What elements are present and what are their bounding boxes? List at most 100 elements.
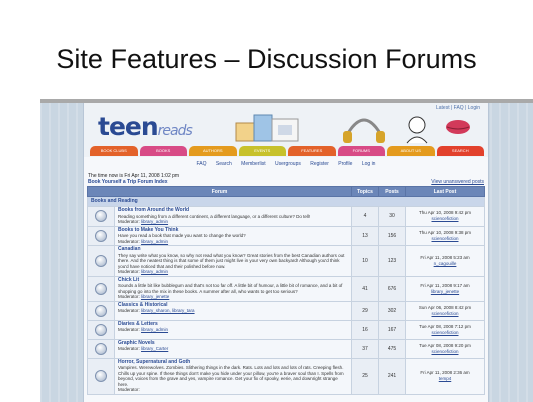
forum-moderator: Moderator:: [118, 387, 140, 392]
table-row: Horror, Supernatural and Goth Vampires. …: [87, 357, 485, 395]
top-links[interactable]: Latest | FAQ | Login: [436, 105, 480, 111]
forum-folder-icon: [95, 304, 107, 317]
lips-icon: [446, 120, 470, 134]
nav-tab-about-us[interactable]: ABOUT US: [387, 146, 435, 156]
posts-count: 241: [378, 357, 406, 395]
col-topics: Topics: [351, 186, 379, 197]
forum-folder-icon: [95, 342, 107, 355]
last-post-user[interactable]: sciencefiction: [431, 349, 458, 354]
forum-meta: The time now is Fri Apr 11, 2008 1:02 pm…: [88, 173, 179, 185]
forum-folder-icon: [95, 323, 107, 336]
topics-count: 4: [351, 206, 379, 227]
last-post-user[interactable]: temp4: [439, 376, 452, 381]
last-post: Fri Apr 11, 2008 9:17 am library_jenette: [405, 275, 485, 302]
logo-suffix: reads: [157, 123, 193, 139]
table-row: Graphic Novels Moderator: library_Carter…: [87, 338, 485, 359]
toolbar-profile[interactable]: Profile: [338, 161, 352, 167]
last-post-user[interactable]: sciencefiction: [431, 330, 458, 335]
topics-count: 25: [351, 357, 379, 395]
forum-index-link[interactable]: Book Yourself a Trip Forum Index: [88, 179, 168, 185]
nav-tab-features[interactable]: FEATURES: [288, 146, 336, 156]
main-nav: BOOK CLUBS BOOKS AUTHORS EVENTS FEATURES…: [90, 146, 484, 156]
forum-moderator: Moderator: library_Carter: [118, 346, 169, 351]
forum-folder-icon: [95, 229, 107, 242]
moderator-link[interactable]: library_admin: [141, 327, 168, 332]
headphones-icon: [343, 118, 385, 143]
toolbar-faq[interactable]: FAQ: [197, 161, 207, 167]
forum-moderator: Moderator: library_admin: [118, 238, 169, 244]
moderator-link[interactable]: library_admin: [141, 239, 168, 244]
posts-count: 30: [378, 206, 406, 227]
moderator-label: Moderator: [118, 387, 139, 392]
posts-count: 156: [378, 225, 406, 246]
last-post: Sun Apr 06, 2008 8:42 pm sciencefiction: [405, 300, 485, 321]
nav-tab-events[interactable]: EVENTS: [238, 146, 286, 156]
forum-description: They say write what you know, so why not…: [118, 252, 345, 269]
last-post-user[interactable]: n_cagouille: [434, 261, 457, 266]
toolbar-usergroups[interactable]: Usergroups: [275, 161, 301, 167]
character-icon: [406, 116, 428, 144]
forum-description: Vampires. Werewolves. Zombies. Slitherin…: [118, 365, 344, 387]
table-row: Diaries & Letters Moderator: library_adm…: [87, 319, 485, 340]
forum-moderator: Moderator: library_sharon, library_tara: [118, 308, 195, 313]
forum-description: Sounds a little bit like bubblegum and t…: [118, 283, 343, 294]
category-title[interactable]: Books and Reading: [87, 196, 485, 207]
moderator-label: Moderator: [118, 219, 139, 224]
toolbar-register[interactable]: Register: [310, 161, 329, 167]
unanswered-posts-link[interactable]: View unanswered posts: [431, 179, 484, 185]
toolbar-memberlist[interactable]: Memberlist: [241, 161, 265, 167]
moderator-link[interactable]: library_Carter: [141, 346, 168, 351]
posts-count: 167: [378, 319, 406, 340]
posts-count: 123: [378, 245, 406, 277]
moderator-label: Moderator: [118, 327, 139, 332]
last-post: Tue Apr 08, 2008 7:12 pm sciencefiction: [405, 319, 485, 340]
table-row: Books to Make You Think Have you read a …: [87, 225, 485, 246]
site-logo[interactable]: teenreads: [98, 112, 193, 141]
logo-text: teen: [98, 112, 159, 141]
nav-tab-forums[interactable]: FORUMS: [337, 146, 385, 156]
forum-folder-icon: [95, 370, 107, 382]
topics-count: 10: [351, 245, 379, 277]
toolbar-search[interactable]: Search: [216, 161, 232, 167]
table-row: Chick Lit Sounds a little bit like bubbl…: [87, 275, 485, 302]
table-row: Books from Around the World Reading some…: [87, 206, 485, 227]
topics-count: 13: [351, 225, 379, 246]
moderator-label: Moderator: [118, 269, 139, 274]
nav-tab-search[interactable]: SEARCH: [436, 146, 484, 156]
forum-table: Forum Topics Posts Last Post Books and R…: [87, 186, 485, 395]
last-post-user[interactable]: sciencefiction: [431, 311, 458, 316]
nav-tab-book-clubs[interactable]: BOOK CLUBS: [90, 146, 138, 156]
forum-moderator: Moderator: library_admin: [118, 219, 169, 224]
posts-count: 676: [378, 275, 406, 302]
forum-folder-icon: [95, 210, 107, 223]
moderator-label: Moderator: [118, 308, 139, 313]
forum-folder-icon: [95, 282, 107, 295]
last-post-user[interactable]: sciencefiction: [431, 216, 458, 221]
books-illustration-icon: [235, 114, 299, 142]
posts-count: 475: [378, 338, 406, 359]
table-row: Classics & Historical Moderator: library…: [87, 300, 485, 321]
last-post-user[interactable]: library_jenette: [431, 289, 459, 294]
nav-tab-books[interactable]: BOOKS: [139, 146, 187, 156]
forum-screenshot: teenreads Latest | FAQ | Login BOOK CLUB…: [40, 103, 533, 402]
moderator-link[interactable]: library_jenette: [141, 294, 169, 299]
forum-folder-icon: [95, 254, 107, 267]
moderator-link[interactable]: library_admin: [141, 219, 168, 224]
col-last-post: Last Post: [405, 186, 485, 197]
moderator-link[interactable]: library_sharon, library_tara: [141, 308, 195, 313]
forum-moderator: Moderator: library_admin: [118, 327, 169, 332]
moderator-label: Moderator: [118, 238, 139, 244]
last-post-user[interactable]: sciencefiction: [431, 236, 458, 241]
last-post: Fri Apr 11, 2008 5:23 am n_cagouille: [405, 245, 485, 277]
moderator-label: Moderator: [118, 294, 139, 299]
toolbar-login[interactable]: Log in: [362, 161, 376, 167]
nav-tab-authors[interactable]: AUTHORS: [189, 146, 237, 156]
last-post: Thu Apr 10, 2008 9:38 pm sciencefiction: [405, 225, 485, 246]
forum-moderator: Moderator: library_jenette: [118, 294, 170, 299]
posts-count: 302: [378, 300, 406, 321]
moderator-link[interactable]: library_admin: [141, 269, 168, 274]
slide: Site Features – Discussion Forums teenre…: [0, 0, 533, 402]
site-banner: teenreads Latest | FAQ | Login BOOK CLUB…: [84, 103, 488, 157]
forum-moderator: Moderator: library_admin: [118, 269, 169, 274]
topics-count: 16: [351, 319, 379, 340]
